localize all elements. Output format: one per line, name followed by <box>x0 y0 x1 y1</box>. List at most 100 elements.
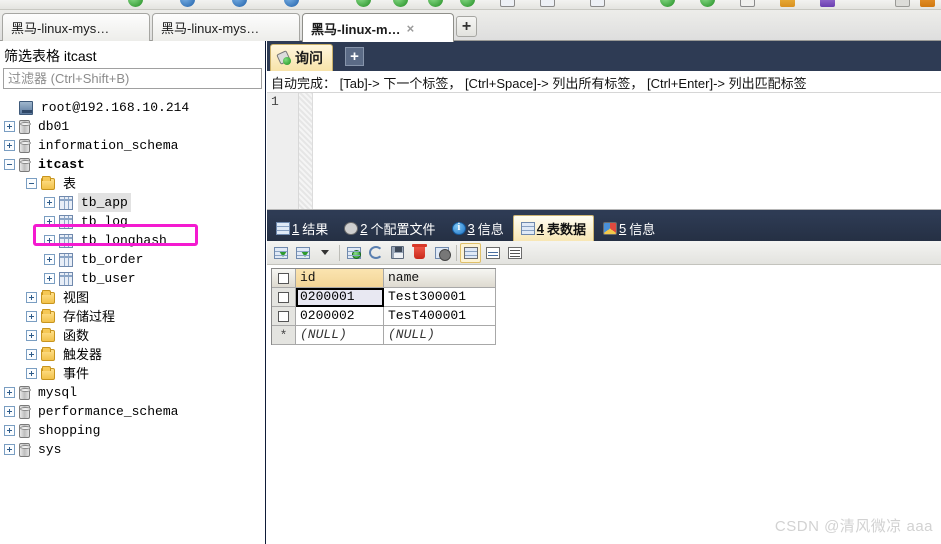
table-row[interactable]: 0200001 Test300001 <box>272 288 496 307</box>
tree-item-[interactable]: 表 <box>0 174 265 193</box>
toolbar-icon-blue-1[interactable] <box>180 0 195 7</box>
tree-item-[interactable]: 触发器 <box>0 345 265 364</box>
collapse-icon[interactable] <box>26 178 37 189</box>
tree-item-shopping[interactable]: shopping <box>0 421 265 440</box>
toolbar-icon-blue-2[interactable] <box>232 0 247 7</box>
toolbar-icon-panel-1[interactable] <box>500 0 515 7</box>
expand-icon[interactable] <box>26 311 37 322</box>
tree-item-tb_order[interactable]: tb_order <box>0 250 265 269</box>
tree-item-root19216810214[interactable]: root@192.168.10.214 <box>0 98 265 117</box>
refresh-button[interactable] <box>365 243 386 263</box>
expand-icon[interactable] <box>26 330 37 341</box>
tree-item-[interactable]: 函数 <box>0 326 265 345</box>
expand-icon[interactable] <box>4 444 15 455</box>
tree-item-db01[interactable]: db01 <box>0 117 265 136</box>
toolbar-icon-book[interactable] <box>740 0 755 7</box>
select-all-cell[interactable] <box>272 269 296 288</box>
new-tab-button[interactable]: + <box>456 16 477 37</box>
collapse-icon[interactable] <box>4 159 15 170</box>
window-tab-1[interactable]: 黑马-linux-mys… <box>2 13 150 41</box>
result-tab-5[interactable]: 5 信息 <box>596 216 662 241</box>
import-grid-button[interactable] <box>270 243 291 263</box>
tree-item-[interactable]: 存储过程 <box>0 307 265 326</box>
result-tab-4[interactable]: 4 表数据 <box>512 215 594 241</box>
save-record-button[interactable] <box>387 243 408 263</box>
add-record-button[interactable] <box>343 243 364 263</box>
expand-icon[interactable] <box>26 349 37 360</box>
cancel-edit-button[interactable] <box>431 243 452 263</box>
expand-icon[interactable] <box>26 368 37 379</box>
sql-editor-textarea[interactable] <box>313 93 941 209</box>
cell-id[interactable]: 0200002 <box>296 307 384 326</box>
table-row[interactable]: * (NULL) (NULL) <box>272 326 496 345</box>
tree-item-tb_user[interactable]: tb_user <box>0 269 265 288</box>
expand-icon[interactable] <box>4 425 15 436</box>
toolbar-icon-blue-3[interactable] <box>284 0 299 7</box>
toolbar-icon-panel-2[interactable] <box>540 0 555 7</box>
row-checkbox[interactable] <box>278 310 289 322</box>
row-select-cell[interactable] <box>272 307 296 326</box>
export-grid-button[interactable] <box>292 243 313 263</box>
tree-item-[interactable]: 事件 <box>0 364 265 383</box>
toolbar-icon-green-4[interactable] <box>428 0 443 7</box>
expand-icon[interactable] <box>44 216 55 227</box>
row-select-cell[interactable] <box>272 288 296 307</box>
expand-icon[interactable] <box>4 406 15 417</box>
tree-item-information_schema[interactable]: information_schema <box>0 136 265 155</box>
tree-item-[interactable]: 视图 <box>0 288 265 307</box>
column-header-name[interactable]: name <box>384 269 496 288</box>
column-header-id[interactable]: id <box>296 269 384 288</box>
expand-icon[interactable] <box>44 197 55 208</box>
window-tab-2[interactable]: 黑马-linux-mys… <box>152 13 300 41</box>
form-view-button[interactable] <box>482 243 503 263</box>
grid-view-button[interactable] <box>460 242 481 263</box>
expand-icon[interactable] <box>44 273 55 284</box>
expand-icon[interactable] <box>44 235 55 246</box>
expand-icon[interactable] <box>4 140 15 151</box>
toolbar-icon-green-6[interactable] <box>660 0 675 7</box>
result-tab-2[interactable]: 2 个配置文件 <box>337 216 442 241</box>
close-icon[interactable]: × <box>407 22 415 35</box>
window-tab-3[interactable]: 黑马-linux-m… × <box>302 13 454 42</box>
delete-record-button[interactable] <box>409 243 430 263</box>
tree-item-mysql[interactable]: mysql <box>0 383 265 402</box>
row-checkbox[interactable] <box>278 291 289 303</box>
toolbar-icon-green-5[interactable] <box>460 0 475 7</box>
sql-editor[interactable]: 1 <box>267 93 941 210</box>
table-row[interactable]: 0200002 TesT400001 <box>272 307 496 326</box>
toolbar-icon-gray[interactable] <box>895 0 910 7</box>
tab-query[interactable]: 询问 <box>270 44 333 71</box>
cell-name[interactable]: Test300001 <box>384 288 496 307</box>
tree-item-tb_log[interactable]: tb_log <box>0 212 265 231</box>
cell-id[interactable]: 0200001 <box>296 288 384 307</box>
tree-item-itcast[interactable]: itcast <box>0 155 265 174</box>
toolbar-icon-green-1[interactable] <box>128 0 143 7</box>
cell-id[interactable]: (NULL) <box>296 326 384 345</box>
expand-icon[interactable] <box>44 254 55 265</box>
expand-icon[interactable] <box>26 292 37 303</box>
add-query-tab-button[interactable]: + <box>345 47 364 66</box>
expand-icon[interactable] <box>4 387 15 398</box>
tree-item-tb_longhash[interactable]: tb_longhash <box>0 231 265 250</box>
tree-item-sys[interactable]: sys <box>0 440 265 459</box>
toolbar-icon-orange[interactable] <box>780 0 795 7</box>
result-tab-1[interactable]: 1 结果 <box>269 216 335 241</box>
toolbar-icon-panel-3[interactable] <box>590 0 605 7</box>
dropdown-caret-button[interactable] <box>314 243 335 263</box>
grid-view-icon <box>463 246 478 259</box>
toolbar-icon-purple[interactable] <box>820 0 835 7</box>
expand-icon[interactable] <box>4 121 15 132</box>
select-all-checkbox[interactable] <box>278 272 289 284</box>
toolbar-icon-orange-2[interactable] <box>920 0 935 7</box>
tree-item-tb_app[interactable]: tb_app <box>0 193 265 212</box>
new-row-marker-cell[interactable]: * <box>272 326 296 345</box>
toolbar-icon-green-7[interactable] <box>700 0 715 7</box>
cell-name[interactable]: (NULL) <box>384 326 496 345</box>
toolbar-icon-green-2[interactable] <box>356 0 371 7</box>
tree-item-performance_schema[interactable]: performance_schema <box>0 402 265 421</box>
table-filter-input[interactable] <box>3 68 262 89</box>
toolbar-icon-green-3[interactable] <box>393 0 408 7</box>
result-tab-3[interactable]: 3信息 <box>445 216 511 241</box>
text-view-button[interactable] <box>504 243 525 263</box>
cell-name[interactable]: TesT400001 <box>384 307 496 326</box>
